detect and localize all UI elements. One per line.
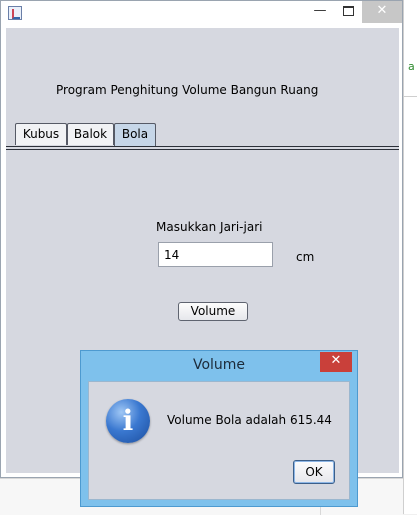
radius-input[interactable] bbox=[158, 242, 273, 267]
info-icon: i bbox=[106, 399, 150, 443]
dialog-close-button[interactable]: ✕ bbox=[320, 352, 352, 372]
title-bar[interactable]: — ✕ bbox=[1, 1, 402, 27]
minimize-icon: — bbox=[313, 3, 327, 18]
minimize-button[interactable]: — bbox=[306, 1, 334, 23]
maximize-icon bbox=[342, 5, 354, 16]
close-button[interactable]: ✕ bbox=[362, 1, 402, 23]
volume-button[interactable]: Volume bbox=[178, 302, 248, 321]
background-window-edge: a bbox=[403, 0, 417, 514]
tab-divider-top bbox=[6, 146, 399, 147]
volume-dialog: Volume ✕ i Volume Bola adalah 615.44 OK bbox=[80, 350, 358, 507]
tab-bola[interactable]: Bola bbox=[114, 123, 156, 146]
background-text: a bbox=[408, 60, 415, 73]
dialog-body: i Volume Bola adalah 615.44 OK bbox=[88, 381, 350, 500]
background-divider bbox=[404, 96, 417, 97]
java-app-icon bbox=[8, 6, 22, 20]
dialog-title: Volume bbox=[192, 357, 246, 373]
dialog-message: Volume Bola adalah 615.44 bbox=[167, 413, 332, 427]
ok-button[interactable]: OK bbox=[293, 460, 335, 484]
close-icon: ✕ bbox=[376, 3, 388, 18]
unit-label: cm bbox=[296, 250, 315, 264]
tab-balok[interactable]: Balok bbox=[67, 123, 114, 145]
page-title: Program Penghitung Volume Bangun Ruang bbox=[56, 83, 319, 97]
close-icon: ✕ bbox=[330, 353, 342, 368]
radius-label: Masukkan Jari-jari bbox=[156, 220, 263, 234]
tab-kubus[interactable]: Kubus bbox=[15, 123, 67, 145]
maximize-button[interactable] bbox=[334, 1, 362, 23]
tab-divider-bottom bbox=[6, 149, 399, 150]
